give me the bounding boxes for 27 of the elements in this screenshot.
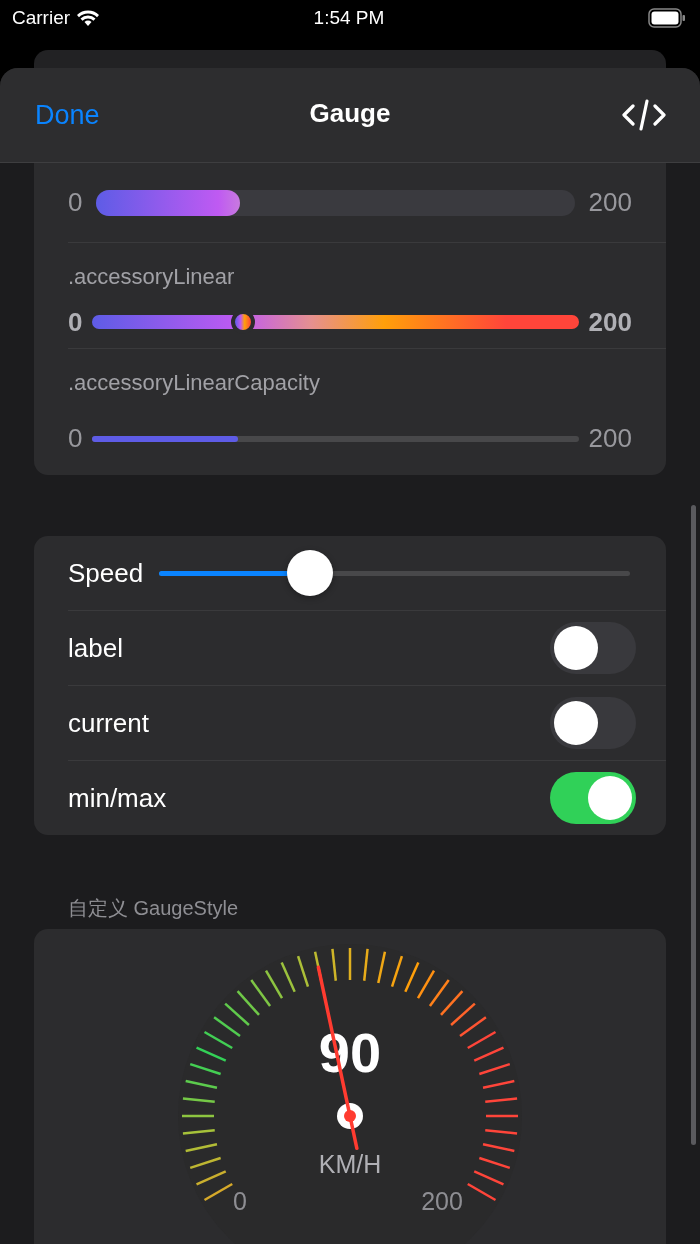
carrier-label: Carrier bbox=[12, 7, 71, 29]
toggle-label: current bbox=[68, 707, 150, 739]
max-label: 200 bbox=[421, 1187, 463, 1215]
toggle-switch[interactable] bbox=[550, 622, 636, 674]
slider-label: Speed bbox=[68, 557, 144, 589]
toggle-switch[interactable] bbox=[550, 697, 636, 749]
toggle-switch[interactable] bbox=[550, 772, 636, 824]
done-button[interactable]: Done bbox=[35, 99, 100, 131]
max-label: 200 bbox=[588, 306, 632, 338]
min-label: 0 bbox=[68, 423, 83, 454]
wifi-icon bbox=[76, 9, 101, 27]
toggle-label: label bbox=[68, 632, 124, 664]
speed-slider[interactable] bbox=[159, 550, 630, 596]
gauge-label: .accessoryLinear bbox=[68, 263, 236, 291]
section-header: 自定义 GaugeStyle bbox=[67, 896, 240, 921]
max-label: 200 bbox=[588, 187, 632, 218]
max-label: 200 bbox=[588, 423, 632, 454]
min-label: 0 bbox=[233, 1187, 247, 1215]
nav-title: Gauge bbox=[309, 98, 391, 129]
gauge-label: .accessoryLinearCapacity bbox=[68, 369, 321, 397]
code-icon[interactable] bbox=[622, 98, 666, 132]
status-time: 1:54 PM bbox=[313, 7, 385, 29]
unit-label: KM/H bbox=[318, 1150, 382, 1178]
min-label: 0 bbox=[68, 187, 83, 218]
min-label: 0 bbox=[68, 306, 83, 338]
battery-icon bbox=[648, 8, 686, 28]
toggle-label: min/max bbox=[68, 782, 168, 814]
